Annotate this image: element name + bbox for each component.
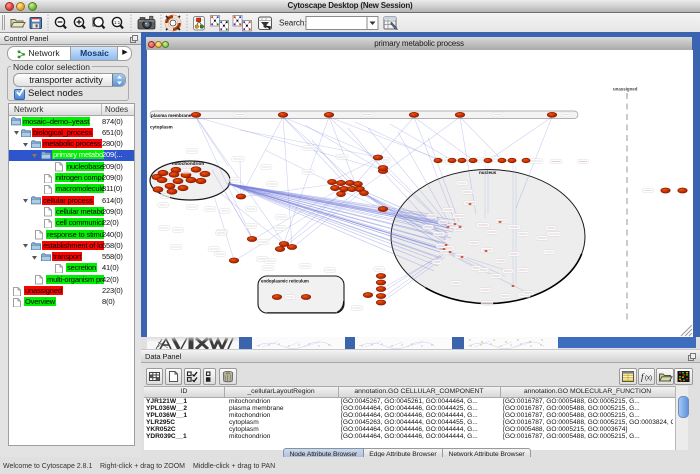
svg-text:Search:: Search: [279, 19, 307, 28]
svg-text:plasma membrane: plasma membrane [151, 113, 192, 118]
svg-text:endoplasmic reticulum: endoplasmic reticulum [261, 279, 309, 284]
svg-text:1:1: 1:1 [114, 20, 121, 25]
svg-text:(x): (x) [645, 376, 652, 382]
svg-text:unassigned: unassigned [613, 87, 638, 92]
svg-text:cytoplasm: cytoplasm [150, 125, 173, 130]
svg-text:mitochondrion: mitochondrion [172, 161, 204, 166]
